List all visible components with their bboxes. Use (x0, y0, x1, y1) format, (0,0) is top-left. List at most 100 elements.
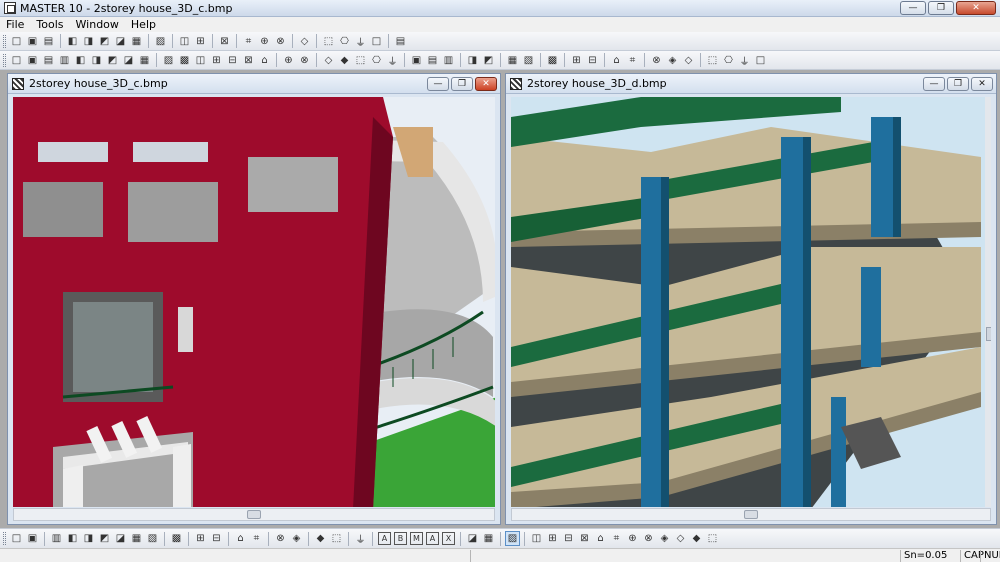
measure-2-icon[interactable]: ⌗ (249, 531, 264, 546)
child-close-button[interactable]: ✕ (971, 77, 993, 91)
text-style-m-button[interactable]: M (410, 532, 423, 545)
copy-model-icon[interactable]: ⊗ (297, 53, 312, 68)
horizontal-scrollbar[interactable] (13, 508, 495, 521)
arrow-right-icon[interactable]: ◇ (673, 531, 688, 546)
undo-arc-icon[interactable]: ⊗ (273, 34, 288, 49)
window-icon[interactable]: ▦ (137, 53, 152, 68)
mirror-icon[interactable]: ⏚ (385, 53, 400, 68)
measure-icon[interactable]: ⌂ (233, 531, 248, 546)
minus-icon[interactable]: ▦ (481, 531, 496, 546)
child-restore-button[interactable]: ❐ (451, 77, 473, 91)
toolbar-grip[interactable] (3, 53, 6, 67)
scrollbar-thumb[interactable] (247, 510, 261, 519)
section-icon[interactable]: ⊕ (281, 53, 296, 68)
export-icon[interactable]: ▦ (129, 34, 144, 49)
zoom-extents-icon[interactable]: ◪ (113, 531, 128, 546)
arrows-icon[interactable]: ⊗ (641, 531, 656, 546)
door-icon[interactable]: ◪ (121, 53, 136, 68)
menu-help[interactable]: Help (125, 18, 162, 31)
child-title-bar[interactable]: 2storey house_3D_d.bmp — ❐ ✕ (506, 74, 996, 94)
text-style-a-button[interactable]: A (426, 532, 439, 545)
rect-icon[interactable]: ⌂ (593, 531, 608, 546)
table-icon[interactable]: ⊞ (193, 34, 208, 49)
cut-icon[interactable]: ⌗ (625, 53, 640, 68)
grab-icon[interactable]: ⬚ (705, 53, 720, 68)
zoom-window-icon[interactable]: ◩ (97, 531, 112, 546)
zoom-previous-icon[interactable]: ▦ (129, 531, 144, 546)
tools-icon[interactable]: ▤ (393, 34, 408, 49)
hatch-fill-icon[interactable]: ◆ (313, 531, 328, 546)
opening-icon[interactable]: ▨ (161, 53, 176, 68)
arrow-icon[interactable]: ⊞ (209, 53, 224, 68)
bar-icon[interactable]: ⌂ (609, 53, 624, 68)
text-style-a-button[interactable]: A (378, 532, 391, 545)
child-minimize-button[interactable]: — (427, 77, 449, 91)
frame-select-icon[interactable]: ⬚ (705, 531, 720, 546)
redo-icon[interactable]: ▣ (25, 531, 40, 546)
restore-button[interactable]: ❐ (928, 1, 954, 15)
grid-toggle-icon[interactable]: ▩ (169, 531, 184, 546)
new-icon[interactable]: □ (9, 34, 24, 49)
child-title-bar[interactable]: 2storey house_3D_c.bmp — ❐ ✕ (8, 74, 500, 94)
text-style-x-button[interactable]: X (442, 532, 455, 545)
print-model-icon[interactable]: □ (753, 53, 768, 68)
undo-icon[interactable]: □ (9, 531, 24, 546)
stretch-icon[interactable]: ◆ (689, 531, 704, 546)
zoom-in-icon[interactable]: ◧ (65, 531, 80, 546)
ramp-icon[interactable]: ◧ (73, 53, 88, 68)
child-restore-button[interactable]: ❐ (947, 77, 969, 91)
move-icon[interactable]: ◆ (337, 53, 352, 68)
beam-rebar-icon[interactable]: ▦ (505, 53, 520, 68)
rebar-icon-2[interactable]: ▥ (441, 53, 456, 68)
report-icon[interactable]: ▩ (545, 53, 560, 68)
pen-icon[interactable]: ▨ (153, 34, 168, 49)
hatch-icon[interactable]: ⊠ (217, 34, 232, 49)
print-preview-icon[interactable]: ◪ (113, 34, 128, 49)
horizontal-scrollbar[interactable] (511, 508, 991, 521)
layers-icon[interactable]: □ (369, 34, 384, 49)
polyline-icon[interactable]: ⊗ (273, 531, 288, 546)
zoom-all-icon[interactable]: ▧ (145, 531, 160, 546)
plus-icon[interactable]: ◪ (465, 531, 480, 546)
block-icon[interactable]: ⬚ (329, 531, 344, 546)
beam-icon[interactable]: ▤ (41, 53, 56, 68)
child-window-right[interactable]: 2storey house_3D_d.bmp — ❐ ✕ (505, 73, 997, 525)
layer-icon[interactable]: ⏚ (353, 531, 368, 546)
render-viewport-3d-c[interactable] (13, 97, 495, 507)
crosshair-icon[interactable]: ◫ (529, 531, 544, 546)
window-select-icon[interactable]: ⊞ (545, 531, 560, 546)
print-icon[interactable]: ◩ (97, 34, 112, 49)
scrollbar-thumb[interactable] (986, 327, 991, 341)
print-setup-icon[interactable]: ◧ (65, 34, 80, 49)
column-icon[interactable]: ◩ (105, 53, 120, 68)
text-icon[interactable]: ◇ (297, 34, 312, 49)
roof-icon[interactable]: ◨ (89, 53, 104, 68)
dimension-icon-2[interactable]: ⎔ (337, 34, 352, 49)
child-close-button[interactable]: ✕ (475, 77, 497, 91)
stirrup-icon[interactable]: ◩ (481, 53, 496, 68)
menu-tools[interactable]: Tools (30, 18, 69, 31)
frame-icon-3[interactable]: ◇ (681, 53, 696, 68)
grid-icon[interactable]: ◫ (177, 34, 192, 49)
slab-rebar-icon[interactable]: ▧ (521, 53, 536, 68)
cursor-icon[interactable]: ▨ (505, 531, 520, 546)
frame-icon[interactable]: ⊗ (649, 53, 664, 68)
line-icon[interactable]: ⌗ (241, 34, 256, 49)
load-icon-2[interactable]: ⊠ (241, 53, 256, 68)
load-icon[interactable]: ⊟ (225, 53, 240, 68)
toolbar-grip[interactable] (3, 34, 6, 48)
zoom-out-icon[interactable]: ◨ (81, 531, 96, 546)
minimize-button[interactable]: — (900, 1, 926, 15)
parallelogram-icon[interactable]: ⌗ (609, 531, 624, 546)
close-model-icon[interactable]: ⏚ (737, 53, 752, 68)
frame-icon-2[interactable]: ◈ (665, 53, 680, 68)
stair-icon[interactable]: ▥ (57, 53, 72, 68)
dimension-icon-3[interactable]: ⏚ (353, 34, 368, 49)
node-icon[interactable]: ⌂ (257, 53, 272, 68)
spring-icon[interactable]: ⊟ (585, 53, 600, 68)
close-button[interactable]: ✕ (956, 1, 996, 15)
snap-icon[interactable]: ⊞ (193, 531, 208, 546)
menu-file[interactable]: File (0, 18, 30, 31)
beam-draw-icon[interactable]: ⊟ (561, 531, 576, 546)
angle-icon[interactable]: ⊟ (209, 531, 224, 546)
